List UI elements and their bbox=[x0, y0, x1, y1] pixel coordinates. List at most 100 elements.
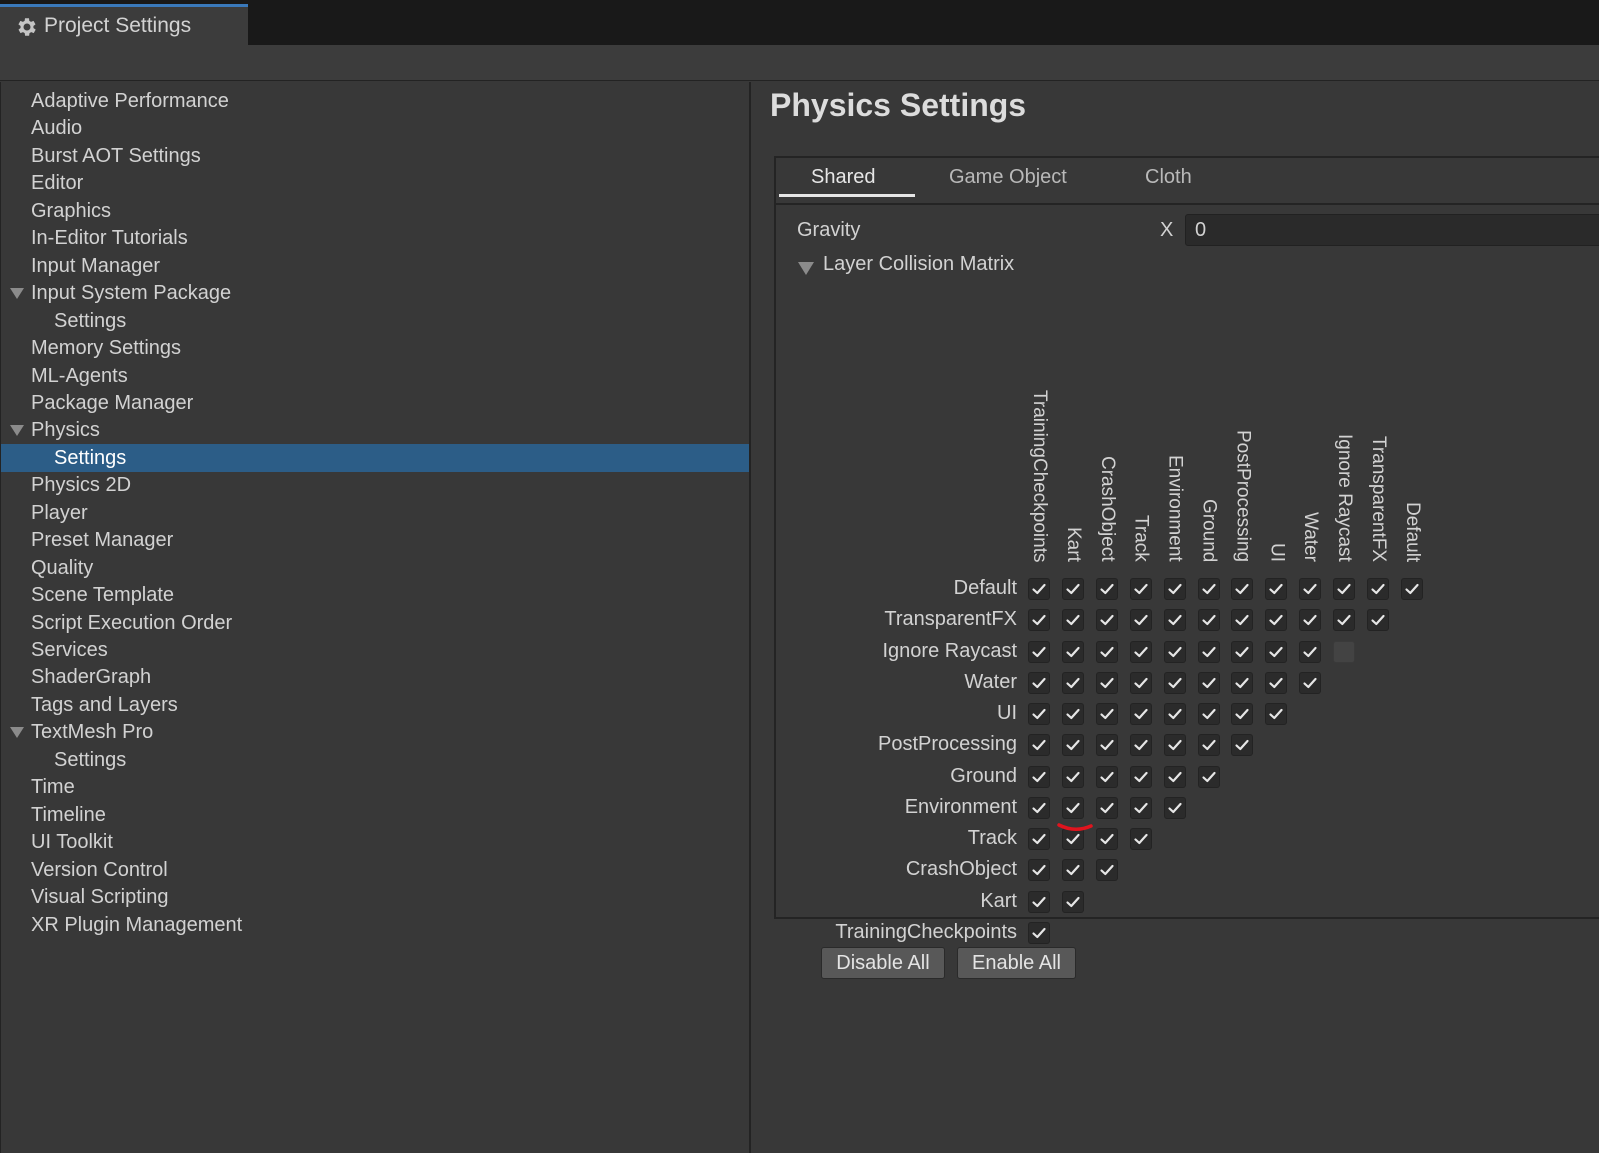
collision-checkbox[interactable] bbox=[1299, 640, 1322, 663]
sidebar-item[interactable]: Visual Scripting bbox=[1, 883, 750, 911]
collision-checkbox[interactable] bbox=[1231, 703, 1254, 725]
collision-checkbox[interactable] bbox=[1299, 578, 1322, 600]
collision-checkbox[interactable] bbox=[1095, 578, 1118, 600]
collision-checkbox[interactable] bbox=[1095, 828, 1118, 850]
disable-all-button[interactable]: Disable All bbox=[821, 947, 945, 979]
sidebar-item[interactable]: Scene Template bbox=[1, 581, 750, 609]
collision-checkbox[interactable] bbox=[1129, 734, 1152, 757]
collision-checkbox[interactable] bbox=[1231, 609, 1254, 632]
sidebar-item[interactable]: Audio bbox=[1, 114, 750, 142]
collision-checkbox[interactable] bbox=[1299, 609, 1322, 632]
collision-checkbox[interactable] bbox=[1095, 609, 1118, 632]
sidebar-item[interactable]: Editor bbox=[1, 169, 750, 197]
sidebar-item[interactable]: Preset Manager bbox=[1, 526, 750, 554]
collision-checkbox[interactable] bbox=[1163, 796, 1186, 819]
collision-checkbox[interactable] bbox=[1095, 796, 1118, 819]
collision-checkbox[interactable] bbox=[1028, 890, 1050, 913]
collision-checkbox[interactable] bbox=[1028, 859, 1050, 882]
collision-checkbox[interactable] bbox=[1197, 609, 1220, 632]
collision-checkbox[interactable] bbox=[1163, 734, 1186, 757]
collision-checkbox[interactable] bbox=[1061, 609, 1084, 632]
collision-checkbox[interactable] bbox=[1061, 703, 1084, 725]
sidebar-item[interactable]: Adaptive Performance bbox=[1, 87, 750, 115]
collision-checkbox[interactable] bbox=[1028, 578, 1050, 600]
sidebar-item[interactable]: Player bbox=[1, 499, 750, 527]
sidebar-item[interactable]: Tags and Layers bbox=[1, 691, 750, 719]
sidebar-item[interactable]: XR Plugin Management bbox=[1, 911, 750, 939]
collision-checkbox[interactable] bbox=[1197, 640, 1220, 663]
collision-checkbox[interactable] bbox=[1367, 609, 1389, 632]
sidebar-item[interactable]: Settings bbox=[1, 307, 750, 335]
collision-checkbox[interactable] bbox=[1163, 578, 1186, 600]
collision-checkbox[interactable] bbox=[1129, 578, 1152, 600]
sidebar-item[interactable]: Time bbox=[1, 773, 750, 801]
collision-checkbox[interactable] bbox=[1333, 609, 1356, 632]
layer-collision-matrix-label[interactable]: Layer Collision Matrix bbox=[823, 253, 1014, 276]
sidebar-item[interactable]: Physics 2D bbox=[1, 471, 750, 499]
foldout-arrow-icon[interactable] bbox=[10, 727, 24, 739]
collision-checkbox[interactable] bbox=[1028, 796, 1050, 819]
sidebar-item[interactable]: Burst AOT Settings bbox=[1, 142, 750, 170]
sidebar-item[interactable]: Input System Package bbox=[1, 279, 750, 307]
collision-checkbox[interactable] bbox=[1299, 671, 1322, 694]
enable-all-button[interactable]: Enable All bbox=[957, 947, 1076, 979]
tab-shared[interactable]: Shared bbox=[811, 166, 876, 189]
collision-checkbox[interactable] bbox=[1028, 640, 1050, 663]
collision-checkbox[interactable] bbox=[1095, 640, 1118, 663]
collision-checkbox[interactable] bbox=[1028, 828, 1050, 850]
collision-checkbox[interactable] bbox=[1197, 578, 1220, 600]
collision-checkbox[interactable] bbox=[1129, 796, 1152, 819]
collision-checkbox[interactable] bbox=[1095, 734, 1118, 757]
collision-checkbox[interactable] bbox=[1333, 640, 1356, 663]
collision-checkbox[interactable] bbox=[1061, 765, 1084, 788]
collision-checkbox[interactable] bbox=[1129, 828, 1152, 850]
collision-checkbox[interactable] bbox=[1129, 703, 1152, 725]
collision-checkbox[interactable] bbox=[1163, 640, 1186, 663]
collision-checkbox[interactable] bbox=[1095, 765, 1118, 788]
matrix-foldout-arrow-icon[interactable] bbox=[798, 262, 814, 275]
sidebar-item[interactable]: Settings bbox=[1, 443, 750, 472]
foldout-arrow-icon[interactable] bbox=[10, 288, 24, 300]
collision-checkbox[interactable] bbox=[1333, 578, 1356, 600]
collision-checkbox[interactable] bbox=[1061, 859, 1084, 882]
sidebar-item[interactable]: In-Editor Tutorials bbox=[1, 224, 750, 252]
collision-checkbox[interactable] bbox=[1163, 765, 1186, 788]
collision-checkbox[interactable] bbox=[1095, 703, 1118, 725]
collision-checkbox[interactable] bbox=[1400, 578, 1423, 600]
sidebar-item[interactable]: Graphics bbox=[1, 197, 750, 225]
collision-checkbox[interactable] bbox=[1197, 734, 1220, 757]
collision-checkbox[interactable] bbox=[1367, 578, 1389, 600]
collision-checkbox[interactable] bbox=[1061, 671, 1084, 694]
collision-checkbox[interactable] bbox=[1265, 640, 1288, 663]
sidebar-item[interactable]: TextMesh Pro bbox=[1, 718, 750, 746]
collision-checkbox[interactable] bbox=[1197, 671, 1220, 694]
sidebar-item[interactable]: ML-Agents bbox=[1, 362, 750, 390]
collision-checkbox[interactable] bbox=[1028, 609, 1050, 632]
collision-checkbox[interactable] bbox=[1095, 859, 1118, 882]
sidebar-item[interactable]: Physics bbox=[1, 416, 750, 444]
collision-checkbox[interactable] bbox=[1061, 796, 1084, 819]
project-settings-tab[interactable]: Project Settings bbox=[0, 4, 248, 45]
collision-checkbox[interactable] bbox=[1129, 765, 1152, 788]
collision-checkbox[interactable] bbox=[1095, 671, 1118, 694]
sidebar-item[interactable]: Quality bbox=[1, 554, 750, 582]
sidebar-item[interactable]: Version Control bbox=[1, 856, 750, 884]
sidebar-item[interactable]: Services bbox=[1, 636, 750, 664]
collision-checkbox[interactable] bbox=[1265, 671, 1288, 694]
collision-checkbox[interactable] bbox=[1028, 921, 1050, 944]
collision-checkbox[interactable] bbox=[1061, 734, 1084, 757]
tab-cloth[interactable]: Cloth bbox=[1145, 166, 1192, 189]
collision-checkbox[interactable] bbox=[1028, 703, 1050, 725]
collision-checkbox[interactable] bbox=[1231, 734, 1254, 757]
collision-checkbox[interactable] bbox=[1197, 703, 1220, 725]
collision-checkbox[interactable] bbox=[1231, 671, 1254, 694]
collision-checkbox[interactable] bbox=[1265, 609, 1288, 632]
sidebar-item[interactable]: Input Manager bbox=[1, 252, 750, 280]
collision-checkbox[interactable] bbox=[1061, 890, 1084, 913]
sidebar-item[interactable]: Settings bbox=[1, 746, 750, 774]
collision-checkbox[interactable] bbox=[1028, 734, 1050, 757]
sidebar-item[interactable]: Memory Settings bbox=[1, 334, 750, 362]
gravity-x-field[interactable] bbox=[1185, 214, 1599, 246]
collision-checkbox[interactable] bbox=[1028, 671, 1050, 694]
sidebar-item[interactable]: Package Manager bbox=[1, 389, 750, 417]
